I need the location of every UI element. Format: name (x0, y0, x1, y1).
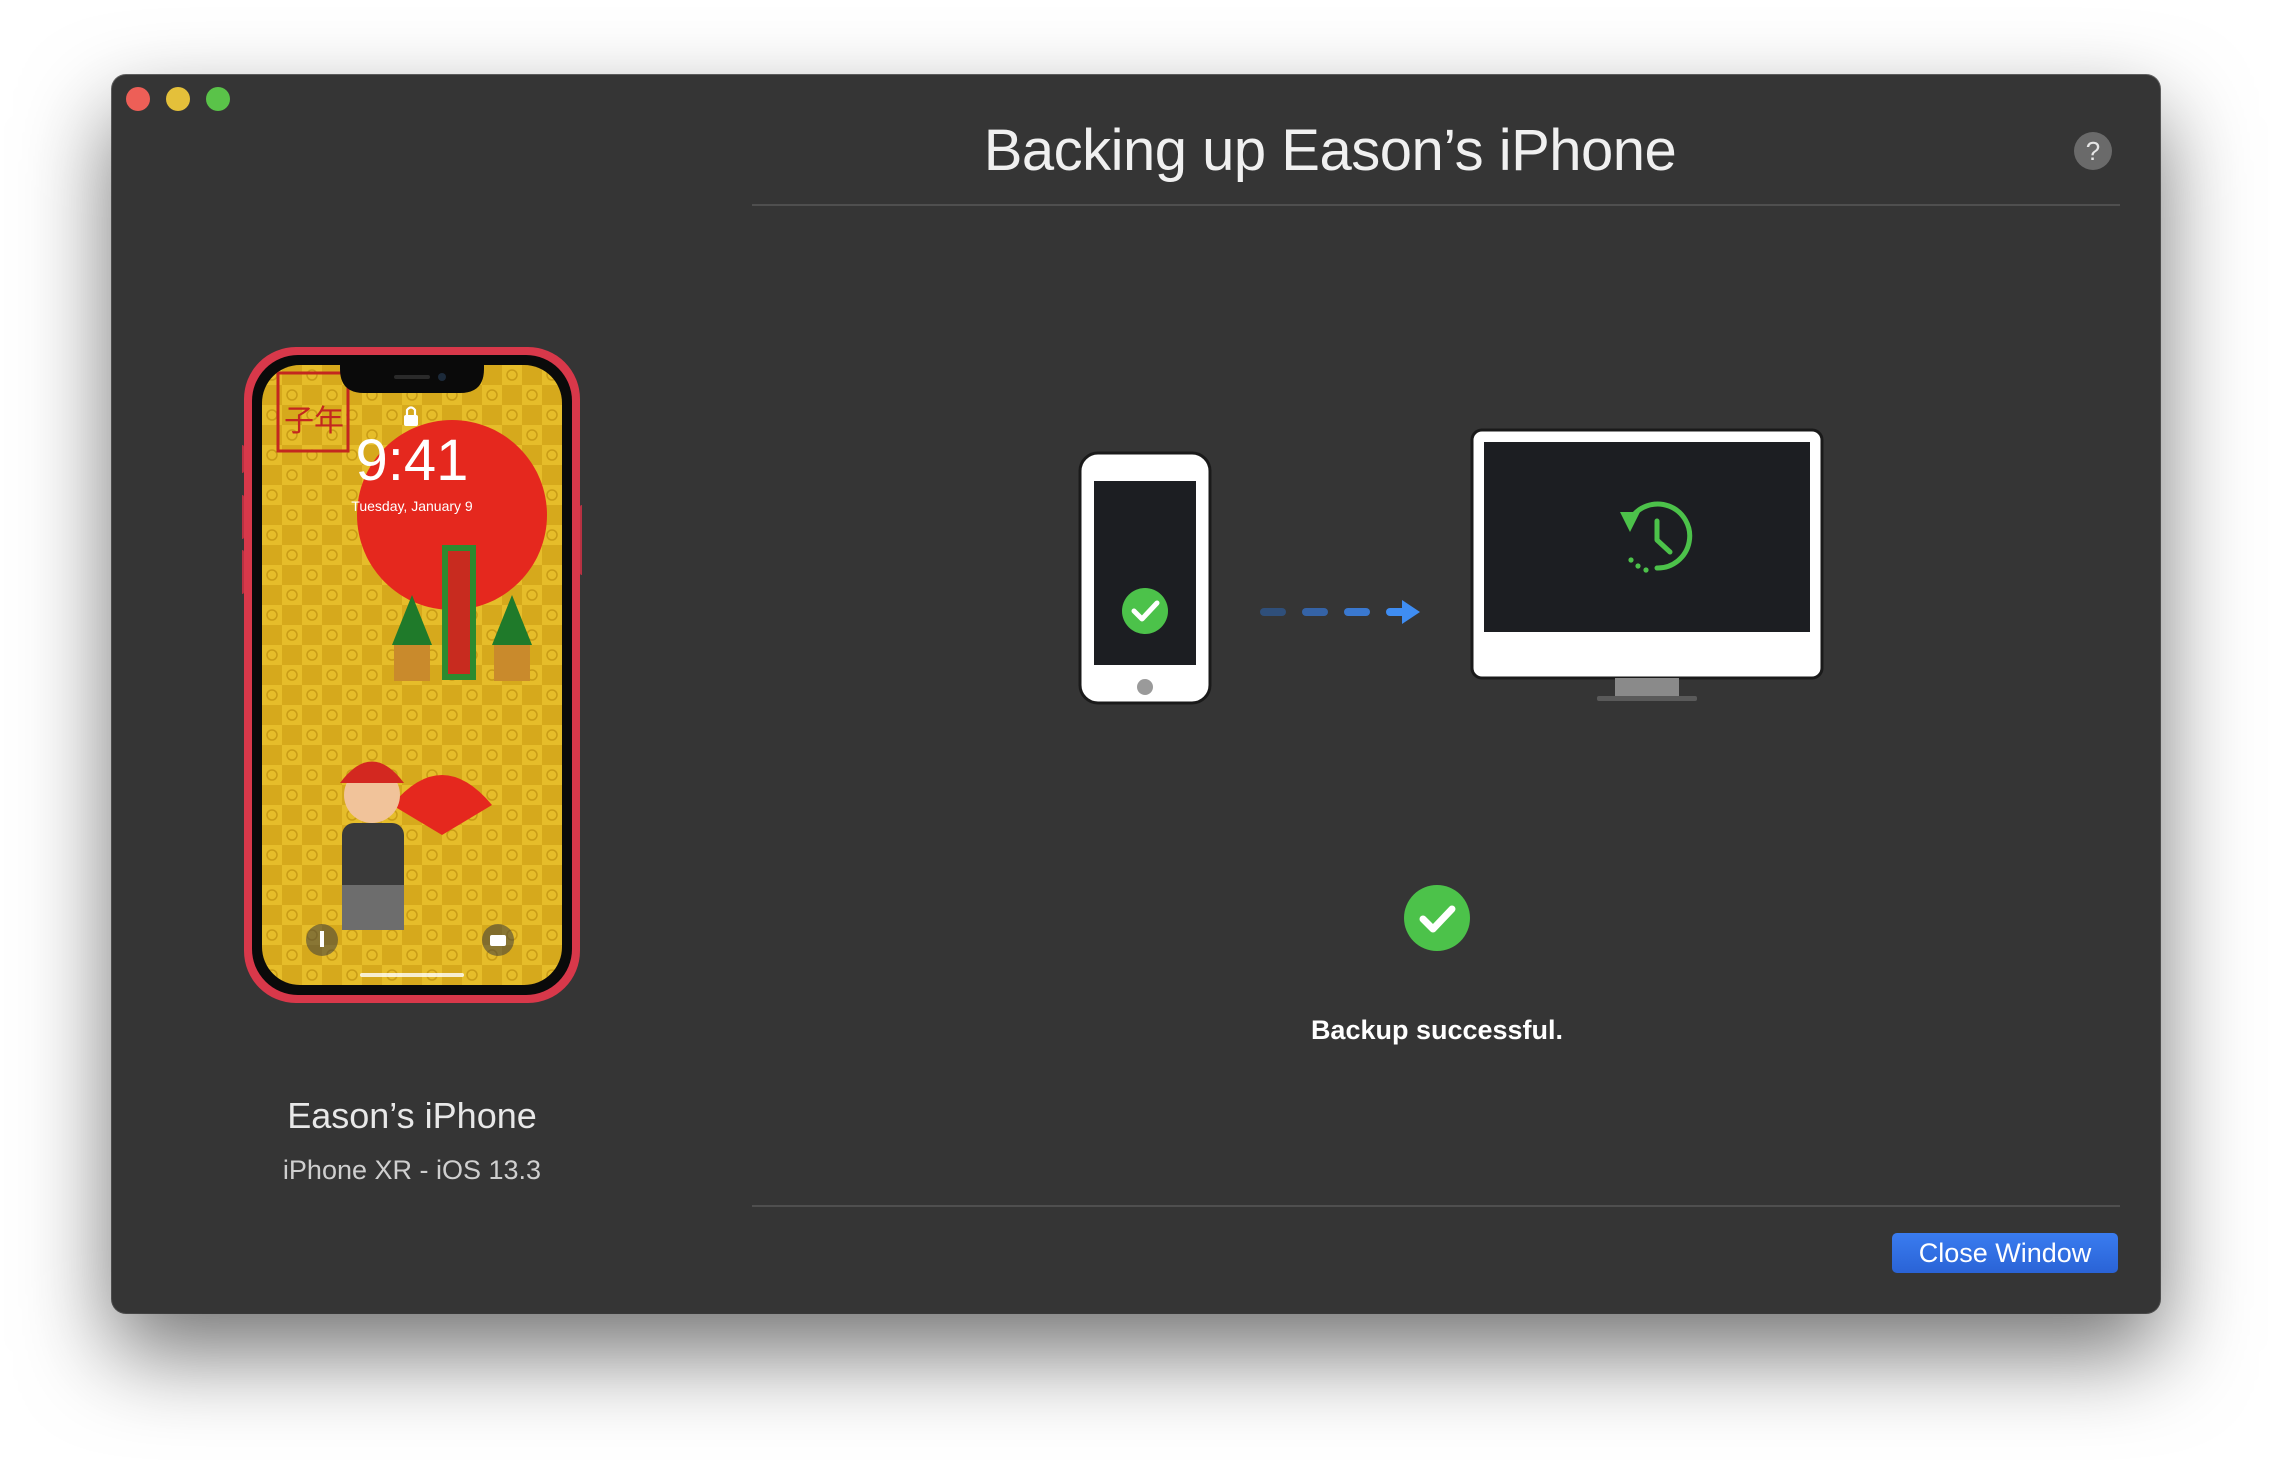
backup-window: Backing up Eason’s iPhone ? 9:41 Tuesday… (112, 75, 2160, 1313)
lockscreen-date: Tuesday, January 9 (351, 498, 473, 514)
lockscreen-time: 9:41 (356, 428, 469, 493)
source-phone-icon (1078, 451, 1212, 705)
device-name: Eason’s iPhone (287, 1095, 537, 1136)
lockscreen-badge: 子年 (284, 404, 344, 439)
window-title: Backing up Eason’s iPhone (983, 118, 1677, 183)
footer-divider (752, 1205, 2120, 1207)
device-info: iPhone XR - iOS 13.3 (282, 1155, 542, 1185)
help-button[interactable]: ? (2074, 132, 2112, 170)
lock-icon (404, 415, 418, 426)
iphone-illustration: 9:41 Tuesday, January 9 子年 (242, 347, 582, 1003)
success-check-icon (1404, 885, 1470, 951)
close-window-button[interactable]: Close Window (1892, 1233, 2118, 1273)
backup-flow-graphic (1078, 428, 1824, 705)
transfer-arrow-icon (1260, 600, 1420, 624)
close-window-dot[interactable] (126, 87, 150, 111)
header-divider (752, 204, 2120, 206)
minimize-window-dot[interactable] (166, 87, 190, 111)
backup-status-message: Backup successful. (1310, 1015, 1564, 1045)
computer-icon (1470, 428, 1824, 701)
zoom-window-dot[interactable] (206, 87, 230, 111)
